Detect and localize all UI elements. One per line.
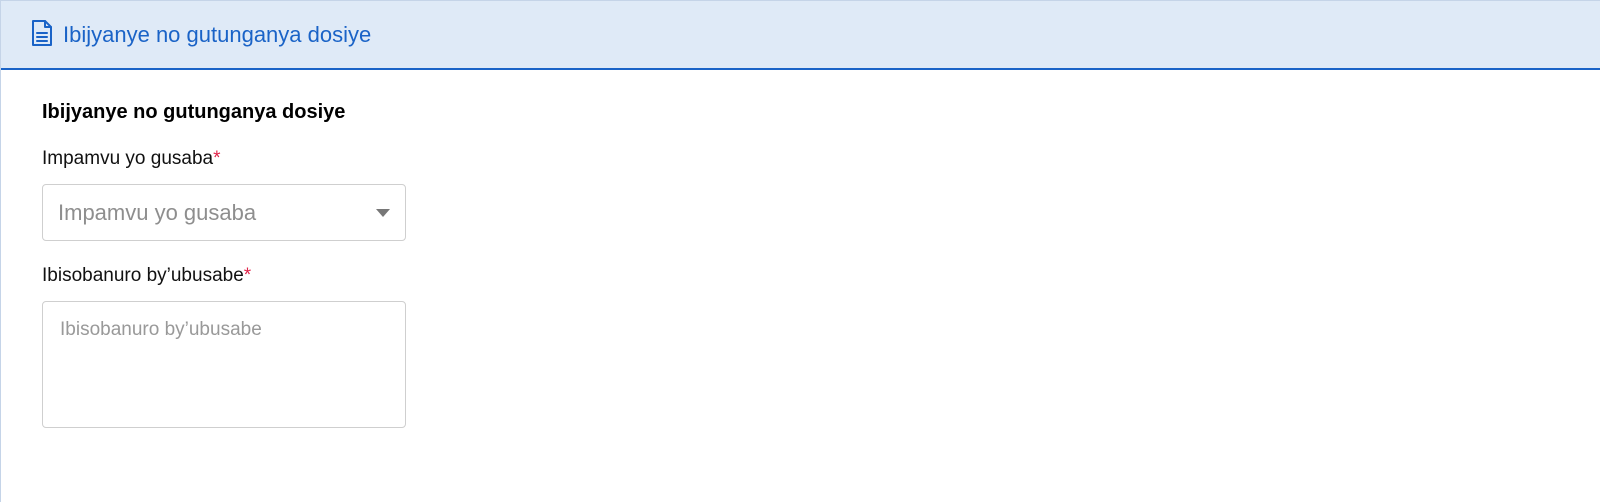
panel-header-title: Ibijyanye no gutunganya dosiye xyxy=(63,22,372,47)
description-label-text: Ibisobanuro by’ubusabe xyxy=(42,265,244,286)
document-icon xyxy=(30,19,54,47)
required-marker: * xyxy=(243,265,252,286)
description-textarea[interactable] xyxy=(42,301,406,428)
description-field-label: Ibisobanuro by’ubusabe* xyxy=(42,264,251,288)
reason-select-placeholder: Impamvu yo gusaba xyxy=(58,200,257,225)
reason-field-label: Impamvu yo gusaba* xyxy=(42,147,221,171)
request-details-panel: Ibijyanye no gutunganya dosiye Ibijyanye… xyxy=(0,0,1600,502)
reason-select[interactable]: Impamvu yo gusaba xyxy=(42,184,406,241)
required-marker: * xyxy=(213,148,221,169)
panel-header: Ibijyanye no gutunganya dosiye xyxy=(1,1,1600,70)
chevron-down-icon[interactable] xyxy=(376,209,390,217)
section-title: Ibijyanye no gutunganya dosiye xyxy=(42,101,346,123)
reason-label-text: Impamvu yo gusaba xyxy=(42,148,214,169)
